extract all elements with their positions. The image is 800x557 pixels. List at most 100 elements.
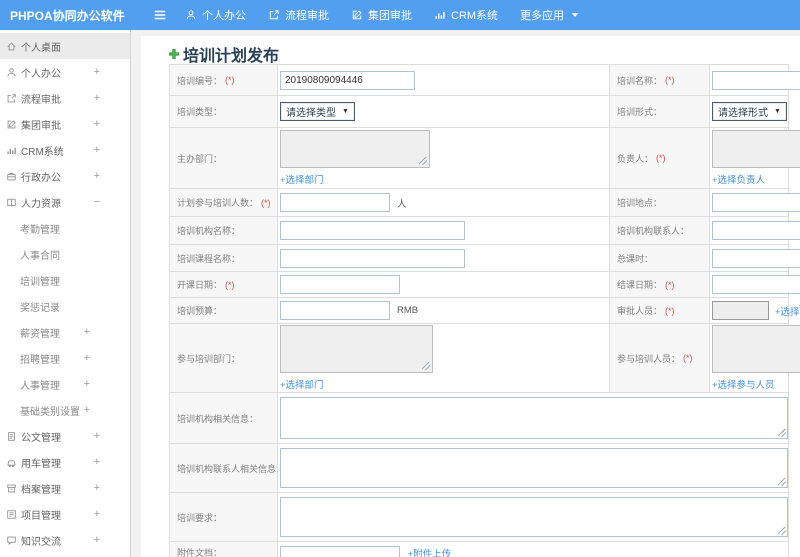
nav-item-more-apps[interactable]: 更多应用 <box>520 7 581 23</box>
required-mark: (*) <box>225 75 235 85</box>
user-icon <box>185 9 197 21</box>
expander-plus-icon[interactable]: + <box>84 352 90 364</box>
attachment-upload-link[interactable]: +附件上传 <box>408 546 452 557</box>
required-mark: (*) <box>665 75 675 85</box>
start-date-input[interactable] <box>280 275 400 294</box>
sidebar-item-training-mgmt[interactable]: 培训管理 <box>0 267 130 293</box>
training-org-name-label: 培训机构名称： <box>170 217 278 244</box>
expander-plus-icon[interactable]: + <box>84 404 90 416</box>
expander-plus-icon[interactable]: + <box>94 118 100 130</box>
nav-item-crm-system[interactable]: CRM系统 <box>434 7 498 23</box>
form-row: 附件文档： +附件上传 <box>170 542 788 557</box>
expander-plus-icon[interactable]: + <box>94 508 100 520</box>
sidebar-item-personnel-mgmt[interactable]: 人事管理 + <box>0 371 130 397</box>
planned-participants-input[interactable] <box>280 193 390 212</box>
expander-plus-icon[interactable]: + <box>94 456 100 468</box>
doc-icon <box>6 431 17 442</box>
sidebar-item-vehicle-mgmt[interactable]: 用车管理 + <box>0 449 130 475</box>
participants-picker-link[interactable]: +选择参与人员 <box>712 377 775 391</box>
sidebar-item-label: 培训管理 <box>20 276 60 288</box>
training-budget-unit: RMB <box>397 305 419 316</box>
nav-item-label: 更多应用 <box>520 10 565 22</box>
expander-plus-icon[interactable]: + <box>94 144 100 156</box>
training-form-select[interactable]: 请选择形式 ▼ <box>712 102 787 121</box>
sidebar-item-label: 基础类别设置 <box>20 406 80 418</box>
expander-plus-icon[interactable]: + <box>94 170 100 182</box>
training-no-input[interactable] <box>280 70 415 90</box>
training-budget-field: RMB <box>278 298 610 323</box>
page-title-text: 培训计划发布 <box>183 48 280 65</box>
training-org-name-input[interactable] <box>280 221 465 240</box>
archive-icon <box>6 483 17 494</box>
participants-box[interactable] <box>712 325 800 373</box>
sidebar-item-personal-desktop[interactable]: 个人桌面 <box>0 33 130 59</box>
menu-icon[interactable] <box>145 8 175 22</box>
expander-plus-icon[interactable]: + <box>94 430 100 442</box>
org-related-info-textarea[interactable] <box>279 397 788 439</box>
leader-box[interactable] <box>712 130 800 168</box>
sidebar-item-human-resources[interactable]: 人力资源 − <box>0 189 130 215</box>
expander-plus-icon[interactable]: + <box>84 326 90 338</box>
host-department-box[interactable] <box>280 130 430 168</box>
plus-icon <box>168 48 180 60</box>
sidebar-item-group-approval[interactable]: 集团审批 + <box>0 111 130 137</box>
participating-departments-picker-link[interactable]: +选择部门 <box>280 377 324 391</box>
nav-item-group-approval[interactable]: 集团审批 <box>351 7 412 23</box>
sidebar-item-base-category-settings[interactable]: 基础类别设置 + <box>0 397 130 423</box>
approver-box[interactable] <box>712 301 769 320</box>
sidebar-item-workflow-approval[interactable]: 流程审批 + <box>0 85 130 111</box>
expander-plus-icon[interactable]: + <box>94 66 100 78</box>
sidebar-item-crm-system[interactable]: CRM系统 + <box>0 137 130 163</box>
training-requirements-textarea[interactable] <box>279 497 788 537</box>
sidebar-item-recruit-mgmt[interactable]: 招聘管理 + <box>0 345 130 371</box>
training-form-label: 培训形式： <box>610 96 710 127</box>
training-name-input[interactable] <box>712 70 800 90</box>
sidebar-item-label: 人事管理 <box>20 380 60 392</box>
required-mark: (*) <box>225 279 235 290</box>
host-department-picker-link[interactable]: +选择部门 <box>280 172 324 186</box>
sidebar-item-project-mgmt[interactable]: 项目管理 + <box>0 501 130 527</box>
training-type-select[interactable]: 请选择类型 ▼ <box>280 102 355 121</box>
sidebar-item-archive-mgmt[interactable]: 档案管理 + <box>0 475 130 501</box>
sidebar-item-admin-office[interactable]: 行政办公 + <box>0 163 130 189</box>
chart-icon <box>6 145 17 156</box>
sidebar-item-knowledge-exchange[interactable]: 知识交流 + <box>0 527 130 553</box>
expander-minus-icon[interactable]: − <box>94 196 100 208</box>
nav-item-personal-office[interactable]: 个人办公 <box>185 7 246 23</box>
training-place-input[interactable] <box>712 193 800 212</box>
total-hours-input[interactable] <box>712 248 800 268</box>
nav-item-workflow-approval[interactable]: 流程审批 <box>268 7 329 23</box>
training-type-field: 请选择类型 ▼ <box>278 96 610 127</box>
sidebar-item-attendance-mgmt[interactable]: 考勤管理 <box>0 215 130 241</box>
training-requirements-field <box>278 493 788 541</box>
start-date-label: 开课日期： (*) <box>170 272 278 297</box>
participating-departments-box[interactable] <box>280 325 433 373</box>
sidebar-item-label: 考勤管理 <box>20 224 60 236</box>
training-org-name-field <box>278 217 610 244</box>
training-org-contact-field <box>710 217 800 244</box>
sidebar-item-document-mgmt[interactable]: 公文管理 + <box>0 423 130 449</box>
form-row: 培训预算： RMB 审批人员：(*) +选择审批人员 <box>170 298 800 324</box>
expander-plus-icon[interactable]: + <box>84 378 90 390</box>
sidebar-item-reward-records[interactable]: 奖惩记录 <box>0 293 130 319</box>
home-icon <box>6 41 17 52</box>
attachment-input[interactable] <box>279 546 400 557</box>
sidebar-item-label: 用车管理 <box>21 458 61 470</box>
brand: PHPOA协同办公软件 <box>10 8 125 23</box>
training-budget-input[interactable] <box>280 301 390 320</box>
org-contact-related-info-textarea[interactable] <box>279 448 788 488</box>
end-date-input[interactable] <box>712 275 800 294</box>
training-course-name-input[interactable] <box>280 248 465 268</box>
participants-label: 参与培训人员： (*) <box>610 324 710 392</box>
training-requirements-label: 培训要求： <box>170 493 278 541</box>
approver-picker-link[interactable]: +选择审批人员 <box>775 304 800 318</box>
training-org-contact-input[interactable] <box>712 221 800 240</box>
sidebar-item-personal-office[interactable]: 个人办公 + <box>0 59 130 85</box>
sidebar-item-label: 奖惩记录 <box>20 302 60 314</box>
leader-picker-link[interactable]: +选择负责人 <box>712 172 765 186</box>
sidebar-item-personnel-contract[interactable]: 人事合同 <box>0 241 130 267</box>
expander-plus-icon[interactable]: + <box>94 534 100 546</box>
expander-plus-icon[interactable]: + <box>94 92 100 104</box>
sidebar-item-salary-mgmt[interactable]: 薪资管理 + <box>0 319 130 345</box>
expander-plus-icon[interactable]: + <box>94 482 100 494</box>
